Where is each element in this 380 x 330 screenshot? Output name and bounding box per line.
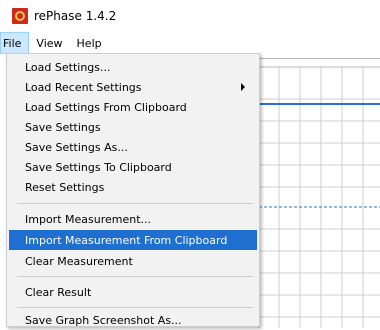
menu-item-label: Load Settings From Clipboard <box>25 100 187 114</box>
menu-bar: File View Help <box>0 32 380 54</box>
menu-item-label: Save Settings To Clipboard <box>25 160 172 174</box>
menu-separator <box>17 276 253 277</box>
menu-item-save-graph-screenshot[interactable]: Save Graph Screenshot As... <box>9 310 257 330</box>
menu-help[interactable]: Help <box>70 32 109 54</box>
menu-item-save-settings-as[interactable]: Save Settings As... <box>9 137 257 157</box>
window-title: rePhase 1.4.2 <box>34 9 117 23</box>
menu-item-reset-settings[interactable]: Reset Settings <box>9 177 257 197</box>
menu-item-import-measurement[interactable]: Import Measurement... <box>9 209 257 229</box>
menu-item-save-settings-clipboard[interactable]: Save Settings To Clipboard <box>9 157 257 177</box>
menu-separator <box>17 307 253 308</box>
menu-item-label: Reset Settings <box>25 180 105 194</box>
menu-item-label: Load Settings... <box>25 60 111 74</box>
graph-grid <box>259 66 380 328</box>
menu-item-label: Import Measurement... <box>25 212 152 226</box>
menu-item-load-recent-settings[interactable]: Load Recent Settings <box>9 77 257 97</box>
menu-item-label: Save Settings As... <box>25 140 128 154</box>
menu-item-save-settings[interactable]: Save Settings <box>9 117 257 137</box>
menu-item-label: Import Measurement From Clipboard <box>25 233 228 247</box>
menu-item-load-settings-clipboard[interactable]: Load Settings From Clipboard <box>9 97 257 117</box>
graph-area[interactable] <box>258 58 380 328</box>
rephase-app-icon <box>12 8 28 24</box>
menu-item-label: Clear Result <box>25 285 92 299</box>
menu-item-import-measurement-clipboard[interactable]: Import Measurement From Clipboard <box>9 230 257 250</box>
menu-item-label: Clear Measurement <box>25 254 133 268</box>
menu-file[interactable]: File <box>0 32 30 54</box>
submenu-arrow-icon <box>241 83 245 91</box>
menu-item-load-settings[interactable]: Load Settings... <box>9 57 257 77</box>
menu-view[interactable]: View <box>29 32 69 54</box>
menu-item-label: Load Recent Settings <box>25 80 142 94</box>
menu-item-label: Save Settings <box>25 120 101 134</box>
menu-separator <box>17 203 253 204</box>
title-bar: rePhase 1.4.2 <box>0 0 380 32</box>
menu-item-label: Save Graph Screenshot As... <box>25 313 182 327</box>
menu-item-clear-measurement[interactable]: Clear Measurement <box>9 251 257 271</box>
file-menu-dropdown: Load Settings... Load Recent Settings Lo… <box>6 53 260 327</box>
menu-item-clear-result[interactable]: Clear Result <box>9 282 257 302</box>
